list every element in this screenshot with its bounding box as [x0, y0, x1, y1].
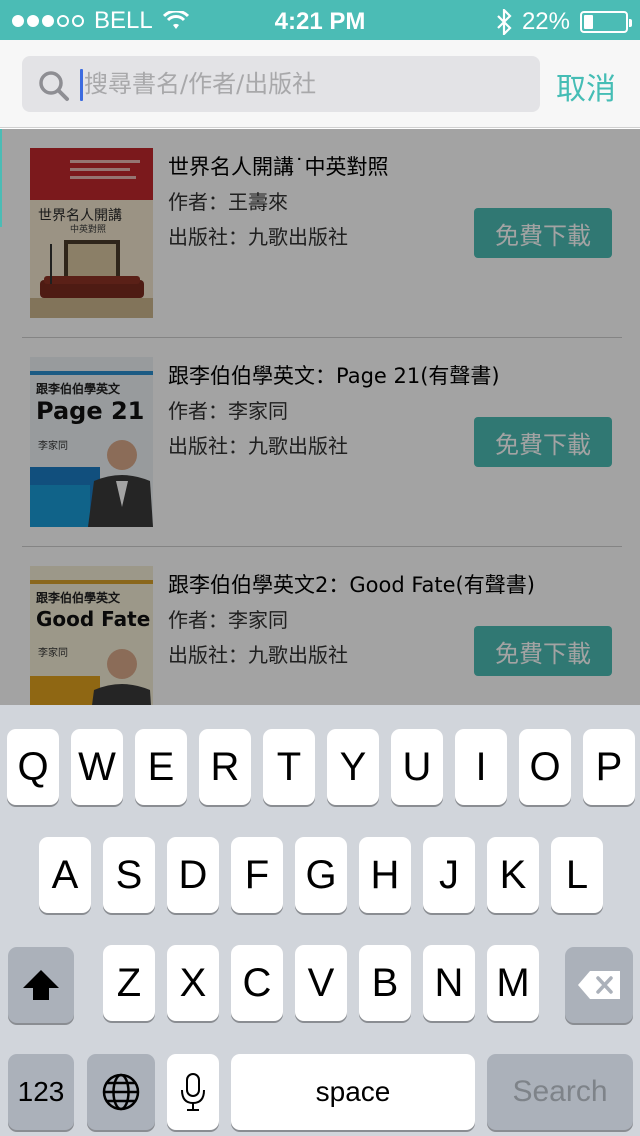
- globe-key[interactable]: [87, 1054, 155, 1130]
- key-g[interactable]: G: [295, 837, 347, 913]
- status-right: 22%: [496, 8, 632, 36]
- book-cover: 世界名人開講 中英對照: [30, 148, 153, 318]
- search-header: 取消: [0, 40, 640, 128]
- book-publisher: 出版社：九歌出版社: [168, 643, 348, 667]
- book-title: 跟李伯伯學英文：Page 21(有聲書): [168, 364, 500, 388]
- search-key[interactable]: Search: [487, 1054, 633, 1130]
- key-t[interactable]: T: [263, 729, 315, 805]
- key-w[interactable]: W: [71, 729, 123, 805]
- book-author: 作者：李家同: [168, 399, 288, 423]
- book-list[interactable]: 世界名人開講 中英對照 世界名人開講˙中英對照 作者：王壽來 出版社：九歌出版社…: [0, 129, 640, 705]
- svg-text:中英對照: 中英對照: [70, 223, 106, 235]
- status-bar: BELL 4:21 PM 22%: [0, 0, 640, 40]
- svg-text:李家同: 李家同: [38, 646, 68, 659]
- numbers-key[interactable]: 123: [8, 1054, 74, 1130]
- cancel-button[interactable]: 取消: [556, 64, 616, 108]
- space-key[interactable]: space: [231, 1054, 475, 1130]
- svg-text:跟李伯伯學英文: 跟李伯伯學英文: [36, 381, 121, 396]
- key-v[interactable]: V: [295, 945, 347, 1021]
- key-n[interactable]: N: [423, 945, 475, 1021]
- globe-icon: [102, 1073, 140, 1111]
- key-f[interactable]: F: [231, 837, 283, 913]
- svg-text:Page 21: Page 21: [36, 397, 144, 425]
- list-item[interactable]: 世界名人開講 中英對照 世界名人開講˙中英對照 作者：王壽來 出版社：九歌出版社…: [0, 129, 640, 338]
- battery-percent: 22%: [521, 8, 570, 35]
- key-j[interactable]: J: [423, 837, 475, 913]
- search-icon: [39, 71, 69, 101]
- key-y[interactable]: Y: [327, 729, 379, 805]
- free-download-button[interactable]: 免費下載: [474, 208, 612, 258]
- book-cover: 跟李伯伯學英文 Good Fate 李家同: [30, 566, 153, 705]
- free-download-button[interactable]: 免費下載: [474, 417, 612, 467]
- key-d[interactable]: D: [167, 837, 219, 913]
- key-p[interactable]: P: [583, 729, 635, 805]
- shift-key[interactable]: [8, 947, 74, 1023]
- book-publisher: 出版社：九歌出版社: [168, 225, 348, 249]
- accent-edge: [0, 129, 2, 227]
- key-h[interactable]: H: [359, 837, 411, 913]
- key-x[interactable]: X: [167, 945, 219, 1021]
- dictation-key[interactable]: [167, 1054, 219, 1130]
- free-download-button[interactable]: 免費下載: [474, 626, 612, 676]
- key-c[interactable]: C: [231, 945, 283, 1021]
- book-author: 作者：李家同: [168, 608, 288, 632]
- key-l[interactable]: L: [551, 837, 603, 913]
- book-cover: 跟李伯伯學英文 Page 21 李家同: [30, 357, 153, 527]
- book-title: 跟李伯伯學英文2：Good Fate(有聲書): [168, 573, 535, 597]
- key-q[interactable]: Q: [7, 729, 59, 805]
- search-input[interactable]: [84, 56, 530, 112]
- book-publisher: 出版社：九歌出版社: [168, 434, 348, 458]
- delete-icon: [578, 971, 620, 999]
- bluetooth-icon: [497, 9, 512, 35]
- key-b[interactable]: B: [359, 945, 411, 1021]
- book-author: 作者：王壽來: [168, 190, 288, 214]
- key-i[interactable]: I: [455, 729, 507, 805]
- key-o[interactable]: O: [519, 729, 571, 805]
- key-s[interactable]: S: [103, 837, 155, 913]
- key-r[interactable]: R: [199, 729, 251, 805]
- key-z[interactable]: Z: [103, 945, 155, 1021]
- key-m[interactable]: M: [487, 945, 539, 1021]
- svg-text:世界名人開講: 世界名人開講: [38, 208, 122, 224]
- microphone-icon: [181, 1073, 205, 1111]
- list-item[interactable]: 跟李伯伯學英文 Page 21 李家同 跟李伯伯學英文：Page 21(有聲書)…: [0, 338, 640, 547]
- svg-text:Good Fate: Good Fate: [36, 607, 150, 631]
- key-a[interactable]: A: [39, 837, 91, 913]
- keyboard: QWERTYUIOP ASDFGHJKL ZXCVBNM 123 space S…: [0, 705, 640, 1136]
- key-u[interactable]: U: [391, 729, 443, 805]
- key-e[interactable]: E: [135, 729, 187, 805]
- shift-icon: [23, 970, 59, 1000]
- delete-key[interactable]: [565, 947, 633, 1023]
- key-k[interactable]: K: [487, 837, 539, 913]
- book-title: 世界名人開講˙中英對照: [168, 155, 389, 179]
- svg-text:李家同: 李家同: [38, 439, 68, 452]
- battery-icon: [580, 11, 632, 33]
- text-cursor: [80, 69, 83, 101]
- list-item[interactable]: 跟李伯伯學英文 Good Fate 李家同 跟李伯伯學英文2：Good Fate…: [0, 547, 640, 705]
- search-bar[interactable]: [22, 56, 540, 112]
- svg-text:跟李伯伯學英文: 跟李伯伯學英文: [36, 590, 121, 605]
